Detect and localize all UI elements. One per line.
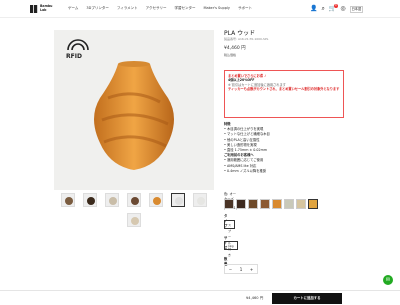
search-icon[interactable]: ⌕ [321,5,324,13]
product-main-image[interactable]: RFID [54,30,214,190]
quantity-decrease-button[interactable]: − [229,267,232,272]
cart-icon[interactable]: 🛒 0 [329,4,338,13]
type-option-spool[interactable]: スプール付き [224,220,236,257]
color-swatch-1[interactable] [224,199,234,209]
color-swatch-2[interactable] [236,199,246,209]
thumbnail-4[interactable] [127,193,141,207]
nav-item-learning[interactable]: 学習センター [174,6,195,11]
main-nav: ゲーム 3Dプリンター フィラメント アクセサリー 学習センター Maker's… [68,6,252,11]
color-swatch-8-selected[interactable] [308,199,318,209]
logo-text[interactable]: Bambu Lab [40,4,54,12]
nav-item-printers[interactable]: 3Dプリンター [86,6,108,11]
thumbnail-1[interactable] [61,193,75,207]
color-swatch-3[interactable] [248,199,258,209]
rfid-label: RFID [66,53,82,60]
color-swatch-7[interactable] [296,199,306,209]
tax-note: 税込価格 [224,53,237,57]
nav-item-games[interactable]: ゲーム [68,6,78,11]
thumbnail-3[interactable] [105,193,119,207]
cart-count-badge: 0 [333,4,338,8]
product-price: ¥4,460 円 [224,46,246,51]
color-swatch-6[interactable] [284,199,294,209]
quantity-stepper: − 1 + [224,264,258,274]
color-swatch-5[interactable] [272,199,282,209]
thumbnail-2[interactable] [83,193,97,207]
thumbnail-7[interactable] [193,193,207,207]
recommend-item: 0.4mm ノズル以降を推奨 [224,169,349,174]
features-section: 特徴 木目調の仕上がりを実現 マットな仕上げと繊細な木目 他のPLAと高い互換性… [224,122,349,174]
header-icons: 👤 ⌕ 🛒 0 ◎ 日本語 [310,4,364,13]
product-sku: 製品番号: A16-V1-T0-1000-SPL [224,37,269,41]
thumbnail-5[interactable] [149,193,163,207]
account-icon[interactable]: 👤 [310,5,317,13]
nav-item-accessories[interactable]: アクセサリー [146,6,167,11]
quantity-increase-button[interactable]: + [250,267,253,272]
product-title: PLA ウッド [224,30,256,37]
product-vase-image [94,61,174,170]
quantity-value[interactable]: 1 [240,267,243,272]
thumbnail-8[interactable] [127,213,141,227]
color-swatch-4[interactable] [260,199,270,209]
size-option-1kg[interactable]: 1kg [224,241,238,250]
sticky-add-to-cart-bar: ¥4,460 円 カートに追加する [0,290,400,305]
promo-warning: ティッカーも点数がカウントされ、まとめ買いセール割引の対象外となります [228,87,340,92]
sticky-price: ¥4,460 円 [246,296,264,300]
bambu-logo-icon[interactable] [30,5,38,13]
nav-item-support[interactable]: サポート [238,6,252,11]
language-selector[interactable]: 日本語 [349,5,364,13]
add-to-cart-button[interactable]: カートに追加する [272,293,342,304]
rfid-badge-icon: RFID [66,39,89,60]
globe-icon[interactable]: ◎ [340,5,345,13]
nav-item-makers[interactable]: Maker's Supply [203,6,229,11]
chat-icon[interactable]: ✉ [383,275,393,285]
promo-box: まとめ買いでさらにお得 ♪ 4個以上20%OFF ※ 割引はカートに追加後に適用… [224,70,344,118]
nav-item-filament[interactable]: フィラメント [117,6,138,11]
thumbnail-6-selected[interactable] [171,193,185,207]
site-header: Bambu Lab ゲーム 3Dプリンター フィラメント アクセサリー 学習セン… [0,0,400,18]
